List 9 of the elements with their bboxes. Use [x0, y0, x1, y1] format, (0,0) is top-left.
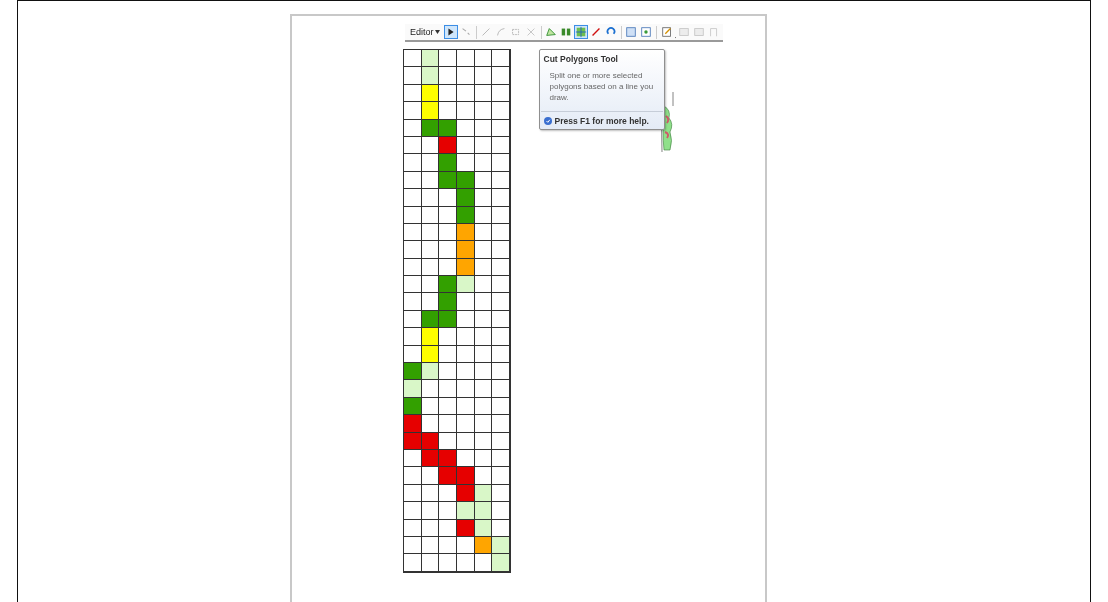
help-hint: Press F1 for more help. — [554, 116, 649, 126]
tooltip-title: Cut Polygons Tool — [543, 54, 619, 64]
pointer-tool-button[interactable] — [443, 25, 458, 39]
help-icon — [543, 117, 552, 125]
tooltip-description: Split one or more selected polygons based on a line you draw. — [548, 70, 655, 103]
editor-menu[interactable]: Editor — [407, 24, 443, 40]
create-tool-button[interactable] — [659, 25, 674, 39]
arc-icon — [494, 26, 507, 38]
caret-icon — [434, 30, 440, 34]
